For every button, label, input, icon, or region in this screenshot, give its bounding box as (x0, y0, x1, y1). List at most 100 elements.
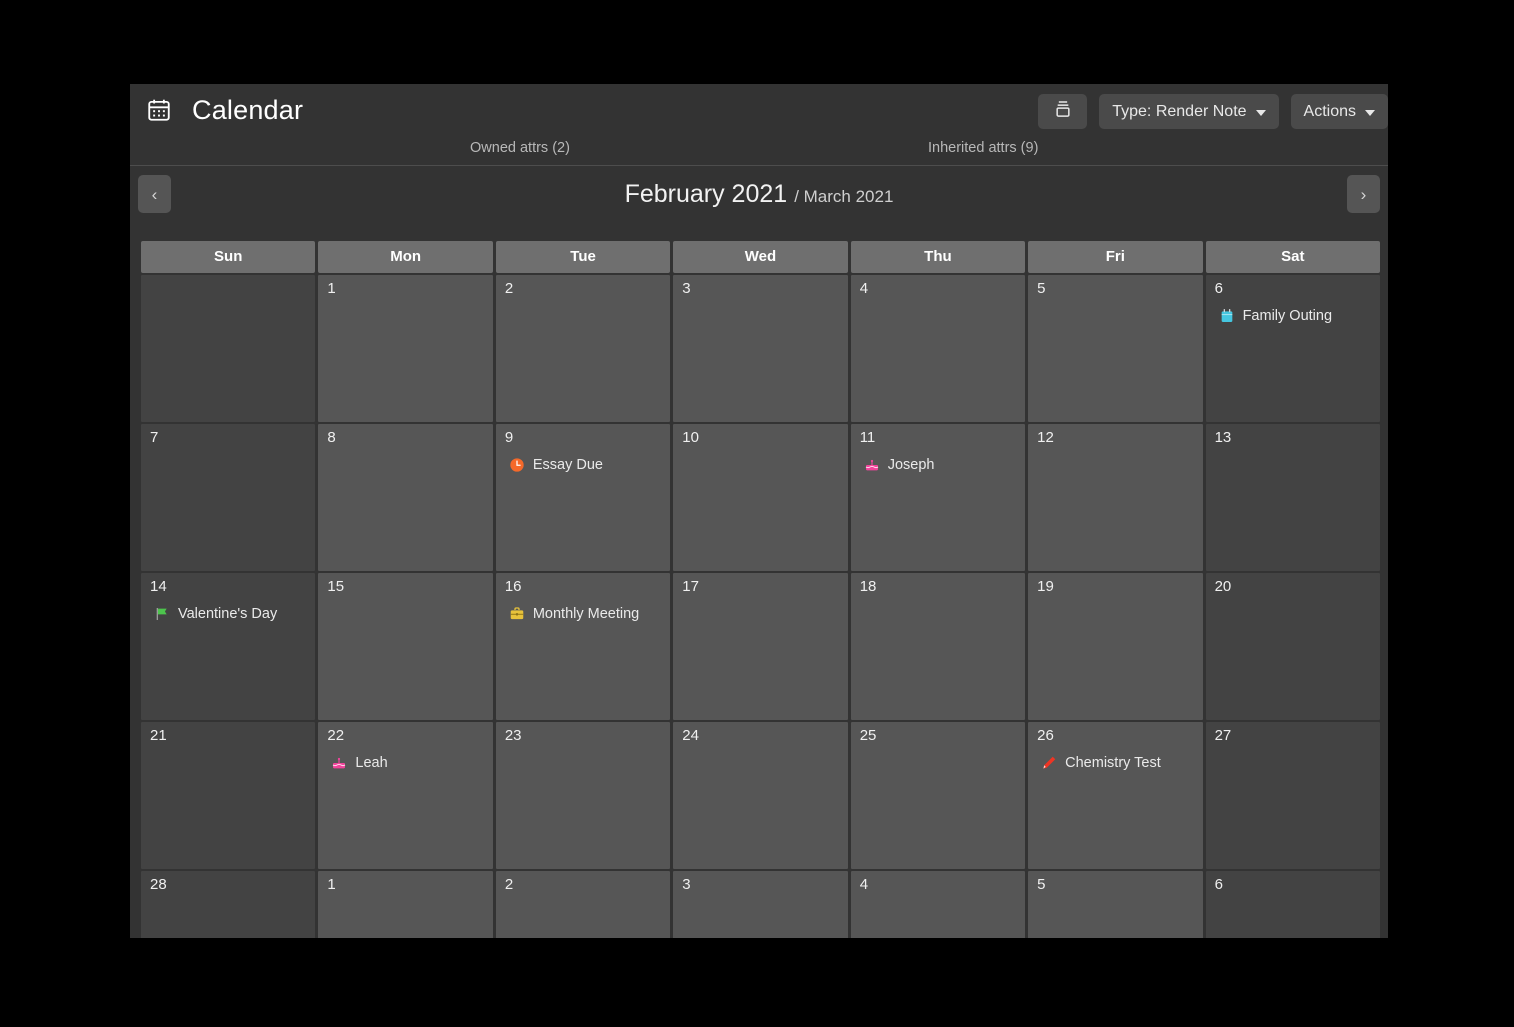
day-cell[interactable]: 23 (495, 722, 671, 869)
calendar-event[interactable]: Essay Due (505, 457, 662, 473)
type-dropdown-button[interactable]: Type: Render Note (1099, 94, 1279, 129)
next-month-button[interactable]: › (1347, 175, 1380, 213)
weekday-header-mon: Mon (318, 241, 493, 273)
calendar-event[interactable]: Valentine's Day (150, 606, 307, 622)
day-cell[interactable]: 12 (1028, 424, 1203, 571)
day-cell[interactable]: 6 Family Outing (1205, 275, 1380, 422)
briefcase-icon (509, 606, 525, 622)
type-dropdown-label: Type: Render Note (1112, 102, 1247, 120)
calendar-event[interactable]: Chemistry Test (1037, 755, 1194, 771)
day-number: 11 (859, 429, 876, 446)
month-primary-label: February 2021 (624, 179, 788, 208)
day-cell[interactable]: 21 (141, 722, 316, 869)
day-cell[interactable]: 13 (1205, 424, 1380, 571)
calendar-event-icon (1219, 308, 1235, 324)
day-cell[interactable]: 11 Joseph (850, 424, 1026, 571)
weekday-header-fri: Fri (1028, 241, 1203, 273)
day-number: 3 (682, 876, 691, 893)
day-cell[interactable]: 14 Valentine's Day (141, 573, 316, 720)
day-number: 18 (859, 578, 877, 595)
day-cell[interactable]: 16 Monthly Meeting (495, 573, 671, 720)
weekday-header-tue: Tue (495, 241, 671, 273)
title-bar: Calendar Type: Render Note Actions (130, 84, 1388, 136)
day-cell[interactable]: 8 (318, 424, 493, 571)
calendar-event-label: Family Outing (1242, 307, 1333, 324)
calendar-event-label: Leah (355, 754, 388, 771)
day-number: 13 (1214, 429, 1232, 446)
chevron-down-icon (1365, 109, 1375, 116)
day-number: 4 (859, 280, 869, 297)
calendar-event[interactable]: Joseph (860, 457, 1017, 473)
calendar-icon (146, 97, 172, 123)
previous-month-button[interactable]: ‹ (138, 175, 171, 213)
day-number: 27 (1214, 727, 1232, 744)
day-cell[interactable]: 3 (673, 871, 848, 938)
day-cell[interactable]: 15 (318, 573, 493, 720)
day-cell[interactable]: 28 (141, 871, 316, 938)
calendar-app-panel: Calendar Type: Render Note Actions Owned… (130, 84, 1388, 938)
day-cell[interactable]: 17 (673, 573, 848, 720)
day-number: 5 (1037, 876, 1046, 893)
day-number: 3 (682, 280, 691, 297)
archive-button[interactable] (1038, 94, 1088, 129)
day-cell[interactable]: 6 (1205, 871, 1380, 938)
day-cell-empty[interactable] (141, 275, 316, 422)
day-cell[interactable]: 7 (141, 424, 316, 571)
day-cell[interactable]: 4 (850, 871, 1026, 938)
calendar-event-label: Monthly Meeting (532, 605, 640, 622)
day-cell[interactable]: 25 (850, 722, 1026, 869)
pencil-icon (1041, 755, 1057, 771)
day-cell[interactable]: 4 (850, 275, 1026, 422)
day-cell[interactable]: 2 (495, 871, 671, 938)
day-number: 22 (327, 727, 345, 744)
title-bar-actions: Type: Render Note Actions (1038, 94, 1388, 129)
owned-attrs-label[interactable]: Owned attrs (2) (470, 140, 570, 156)
day-cell[interactable]: 19 (1028, 573, 1203, 720)
month-secondary-label: / March 2021 (794, 186, 894, 206)
actions-dropdown-button[interactable]: Actions (1290, 94, 1388, 129)
day-cell[interactable]: 26 Chemistry Test (1028, 722, 1203, 869)
actions-dropdown-label: Actions (1303, 102, 1356, 120)
day-cell[interactable]: 18 (850, 573, 1026, 720)
weekday-header-sat: Sat (1205, 241, 1380, 273)
day-number: 24 (682, 727, 699, 744)
calendar-event[interactable]: Family Outing (1215, 308, 1372, 324)
day-cell[interactable]: 10 (673, 424, 848, 571)
day-cell[interactable]: 20 (1205, 573, 1380, 720)
calendar-grid: Sun Mon Tue Wed Thu Fri Sat 1 2 3 4 5 6 Family Outing… (141, 241, 1380, 938)
calendar-event-label: Chemistry Test (1065, 754, 1161, 771)
day-cell[interactable]: 1 (318, 275, 493, 422)
inherited-attrs-label[interactable]: Inherited attrs (9) (928, 140, 1038, 156)
calendar-event[interactable]: Monthly Meeting (505, 606, 662, 622)
weekday-header-wed: Wed (673, 241, 848, 273)
day-cell[interactable]: 5 (1028, 275, 1203, 422)
day-number: 16 (504, 578, 522, 595)
day-cell[interactable]: 24 (673, 722, 848, 869)
day-cell[interactable]: 2 (495, 275, 671, 422)
calendar-event-label: Essay Due (532, 456, 603, 473)
day-number: 26 (1037, 727, 1054, 744)
day-cell[interactable]: 1 (318, 871, 493, 938)
day-cell[interactable]: 3 (673, 275, 848, 422)
calendar-event[interactable]: Leah (327, 755, 484, 771)
day-number: 8 (327, 429, 336, 446)
day-number: 17 (682, 578, 699, 595)
day-number: 15 (327, 578, 345, 595)
day-cell[interactable]: 27 (1205, 722, 1380, 869)
clock-icon (509, 457, 525, 473)
calendar-event-label: Valentine's Day (178, 605, 278, 622)
weekday-header-thu: Thu (850, 241, 1026, 273)
day-number: 7 (150, 429, 159, 446)
weekday-header-sun: Sun (141, 241, 316, 273)
day-number: 5 (1037, 280, 1046, 297)
page-title: Calendar (192, 94, 304, 125)
day-cell[interactable]: 5 (1028, 871, 1203, 938)
day-number: 21 (150, 727, 167, 744)
day-cell[interactable]: 22 Leah (318, 722, 493, 869)
day-number: 12 (1037, 429, 1054, 446)
birthday-cake-icon (331, 755, 347, 771)
day-number: 4 (859, 876, 869, 893)
day-number: 25 (859, 727, 877, 744)
day-cell[interactable]: 9 Essay Due (495, 424, 671, 571)
day-number: 14 (150, 578, 167, 595)
